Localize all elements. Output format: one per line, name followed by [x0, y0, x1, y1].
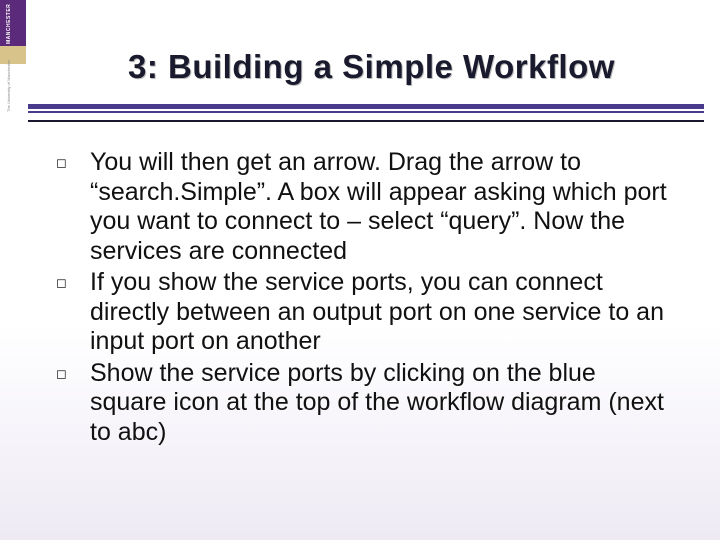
list-item: ◻ Show the service ports by clicking on …: [54, 359, 678, 448]
bullet-text: You will then get an arrow. Drag the arr…: [90, 148, 678, 266]
slide: MANCHESTER The University of Manchester …: [0, 0, 720, 540]
divider-dark: [28, 120, 704, 122]
divider-thin: [28, 111, 704, 113]
bullet-text: If you show the service ports, you can c…: [90, 268, 678, 357]
logo-name: MANCHESTER: [6, 4, 12, 44]
bullet-icon: ◻: [54, 268, 90, 357]
slide-title: 3: Building a Simple Workflow: [128, 48, 688, 86]
university-logo: MANCHESTER The University of Manchester: [0, 0, 26, 116]
list-item: ◻ If you show the service ports, you can…: [54, 268, 678, 357]
list-item: ◻ You will then get an arrow. Drag the a…: [54, 148, 678, 266]
logo-subtitle: The University of Manchester: [6, 60, 11, 112]
bullet-icon: ◻: [54, 148, 90, 266]
slide-body: ◻ You will then get an arrow. Drag the a…: [54, 148, 678, 449]
divider-thick: [28, 104, 704, 109]
bullet-text: Show the service ports by clicking on th…: [90, 359, 678, 448]
bullet-icon: ◻: [54, 359, 90, 448]
logo-year-box: [0, 46, 26, 64]
title-divider: [28, 104, 704, 122]
